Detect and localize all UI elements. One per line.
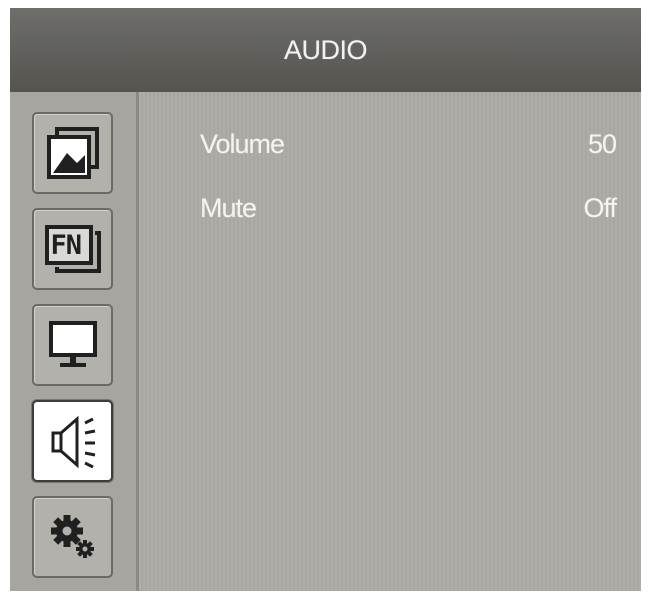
picture-icon	[43, 123, 103, 183]
menu-item-volume[interactable]: Volume 50	[200, 124, 620, 164]
sidebar: FN	[10, 92, 138, 591]
fn-label: FN	[50, 230, 83, 261]
tab-settings[interactable]	[32, 496, 113, 578]
mute-label: Mute	[200, 192, 257, 223]
tab-picture[interactable]	[32, 112, 113, 194]
volume-value: 50	[587, 128, 617, 159]
mute-value: Off	[583, 192, 617, 223]
osd-menu: AUDIO FN Volume 50 Mute Off	[10, 8, 641, 591]
monitor-icon	[43, 315, 103, 375]
tab-audio[interactable]	[32, 400, 113, 482]
menu-item-mute[interactable]: Mute Off	[200, 188, 620, 228]
gears-icon	[43, 507, 103, 567]
menu-content	[139, 92, 641, 591]
fn-icon: FN	[43, 219, 103, 279]
tab-function[interactable]: FN	[32, 208, 113, 290]
menu-header: AUDIO	[10, 8, 641, 92]
speaker-icon	[41, 409, 105, 473]
tab-display[interactable]	[32, 304, 113, 386]
page-title: AUDIO	[283, 34, 368, 65]
volume-label: Volume	[200, 128, 285, 159]
